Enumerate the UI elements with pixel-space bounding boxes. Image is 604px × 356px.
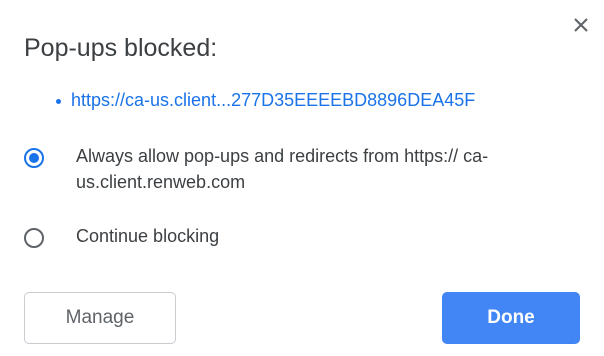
bullet-icon xyxy=(56,99,61,104)
popups-blocked-dialog: Pop-ups blocked: https://ca-us.client...… xyxy=(0,0,604,356)
block-option-label: Continue blocking xyxy=(76,226,220,246)
manage-button[interactable]: Manage xyxy=(24,292,176,344)
done-button[interactable]: Done xyxy=(442,292,580,344)
allow-radio-button[interactable] xyxy=(24,148,44,168)
close-icon xyxy=(573,17,589,33)
blocked-url-item: https://ca-us.client...277D35EEEEBD8896D… xyxy=(56,90,475,111)
block-radio-button[interactable] xyxy=(24,228,44,248)
continue-blocking-option[interactable]: Continue blocking xyxy=(24,226,576,249)
allow-popups-option[interactable]: Always allow pop-ups and redirects from … xyxy=(24,146,576,195)
allow-option-label: Always allow pop-ups and redirects from … xyxy=(76,146,489,192)
close-button[interactable] xyxy=(566,10,596,40)
dialog-title: Pop-ups blocked: xyxy=(24,34,218,62)
blocked-url-link[interactable]: https://ca-us.client...277D35EEEEBD8896D… xyxy=(71,90,475,111)
